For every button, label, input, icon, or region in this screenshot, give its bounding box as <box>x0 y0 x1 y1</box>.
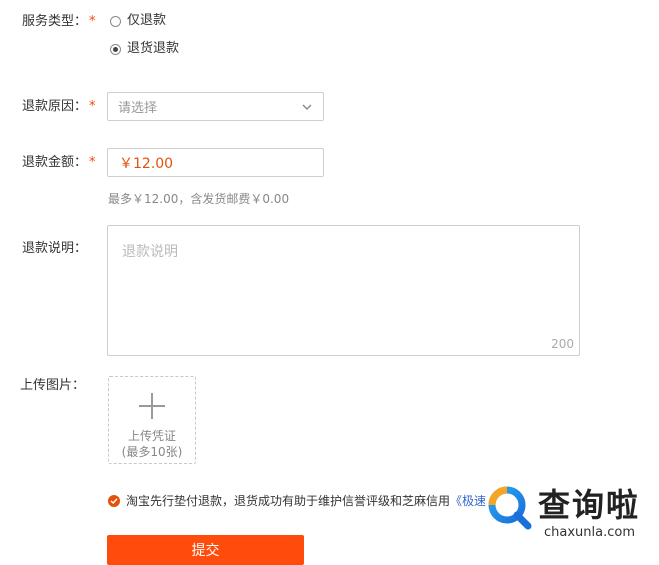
refund-amount-hint: 最多￥12.00，含发货邮费￥0.00 <box>108 192 290 206</box>
chevron-down-icon <box>302 104 312 110</box>
required-mark: * <box>89 14 96 29</box>
magnifier-logo-icon <box>488 486 532 530</box>
upload-limit-label: (最多10张) <box>121 445 183 459</box>
required-mark: * <box>89 99 96 114</box>
agreement-link[interactable]: 《极速 <box>450 492 486 509</box>
agreement-text: 淘宝先行垫付退款，退货成功有助于维护信誉评级和芝麻信用 <box>126 494 451 508</box>
radio-button[interactable] <box>110 15 121 27</box>
required-mark: * <box>89 155 96 170</box>
refund-reason-select[interactable]: 请选择 <box>107 92 324 121</box>
refund-description-textarea[interactable]: 退款说明 200 <box>107 225 580 356</box>
refund-amount-label: 退款金额： * <box>22 155 96 170</box>
watermark-text: 查询啦 <box>538 486 641 524</box>
agreement-row: 淘宝先行垫付退款，退货成功有助于维护信誉评级和芝麻信用 《极速 <box>108 492 486 509</box>
refund-description-label: 退款说明： <box>22 241 88 256</box>
watermark-url: chaxunla.com <box>544 525 635 540</box>
check-circle-icon[interactable] <box>108 494 120 507</box>
refund-reason-label: 退款原因： * <box>22 99 96 114</box>
radio-return-and-refund[interactable]: 退货退款 <box>110 40 179 58</box>
radio-refund-only[interactable]: 仅退款 <box>110 12 166 30</box>
char-counter: 200 <box>551 337 574 351</box>
upload-proof-button[interactable]: 上传凭证 (最多10张) <box>108 376 196 464</box>
plus-icon <box>139 393 165 419</box>
submit-button[interactable]: 提交 <box>107 535 304 565</box>
radio-button-checked[interactable] <box>110 43 121 55</box>
radio-label: 仅退款 <box>127 13 167 28</box>
upload-button-label: 上传凭证 <box>127 429 176 443</box>
select-placeholder: 请选择 <box>118 101 158 116</box>
radio-label: 退货退款 <box>127 41 180 56</box>
service-type-label: 服务类型： * <box>22 14 96 29</box>
textarea-placeholder: 退款说明 <box>122 244 178 260</box>
refund-amount-input[interactable]: ￥12.00 <box>107 148 324 177</box>
watermark-logo: 查询啦 chaxunla.com <box>482 478 654 546</box>
upload-image-label: 上传图片： <box>20 378 86 393</box>
